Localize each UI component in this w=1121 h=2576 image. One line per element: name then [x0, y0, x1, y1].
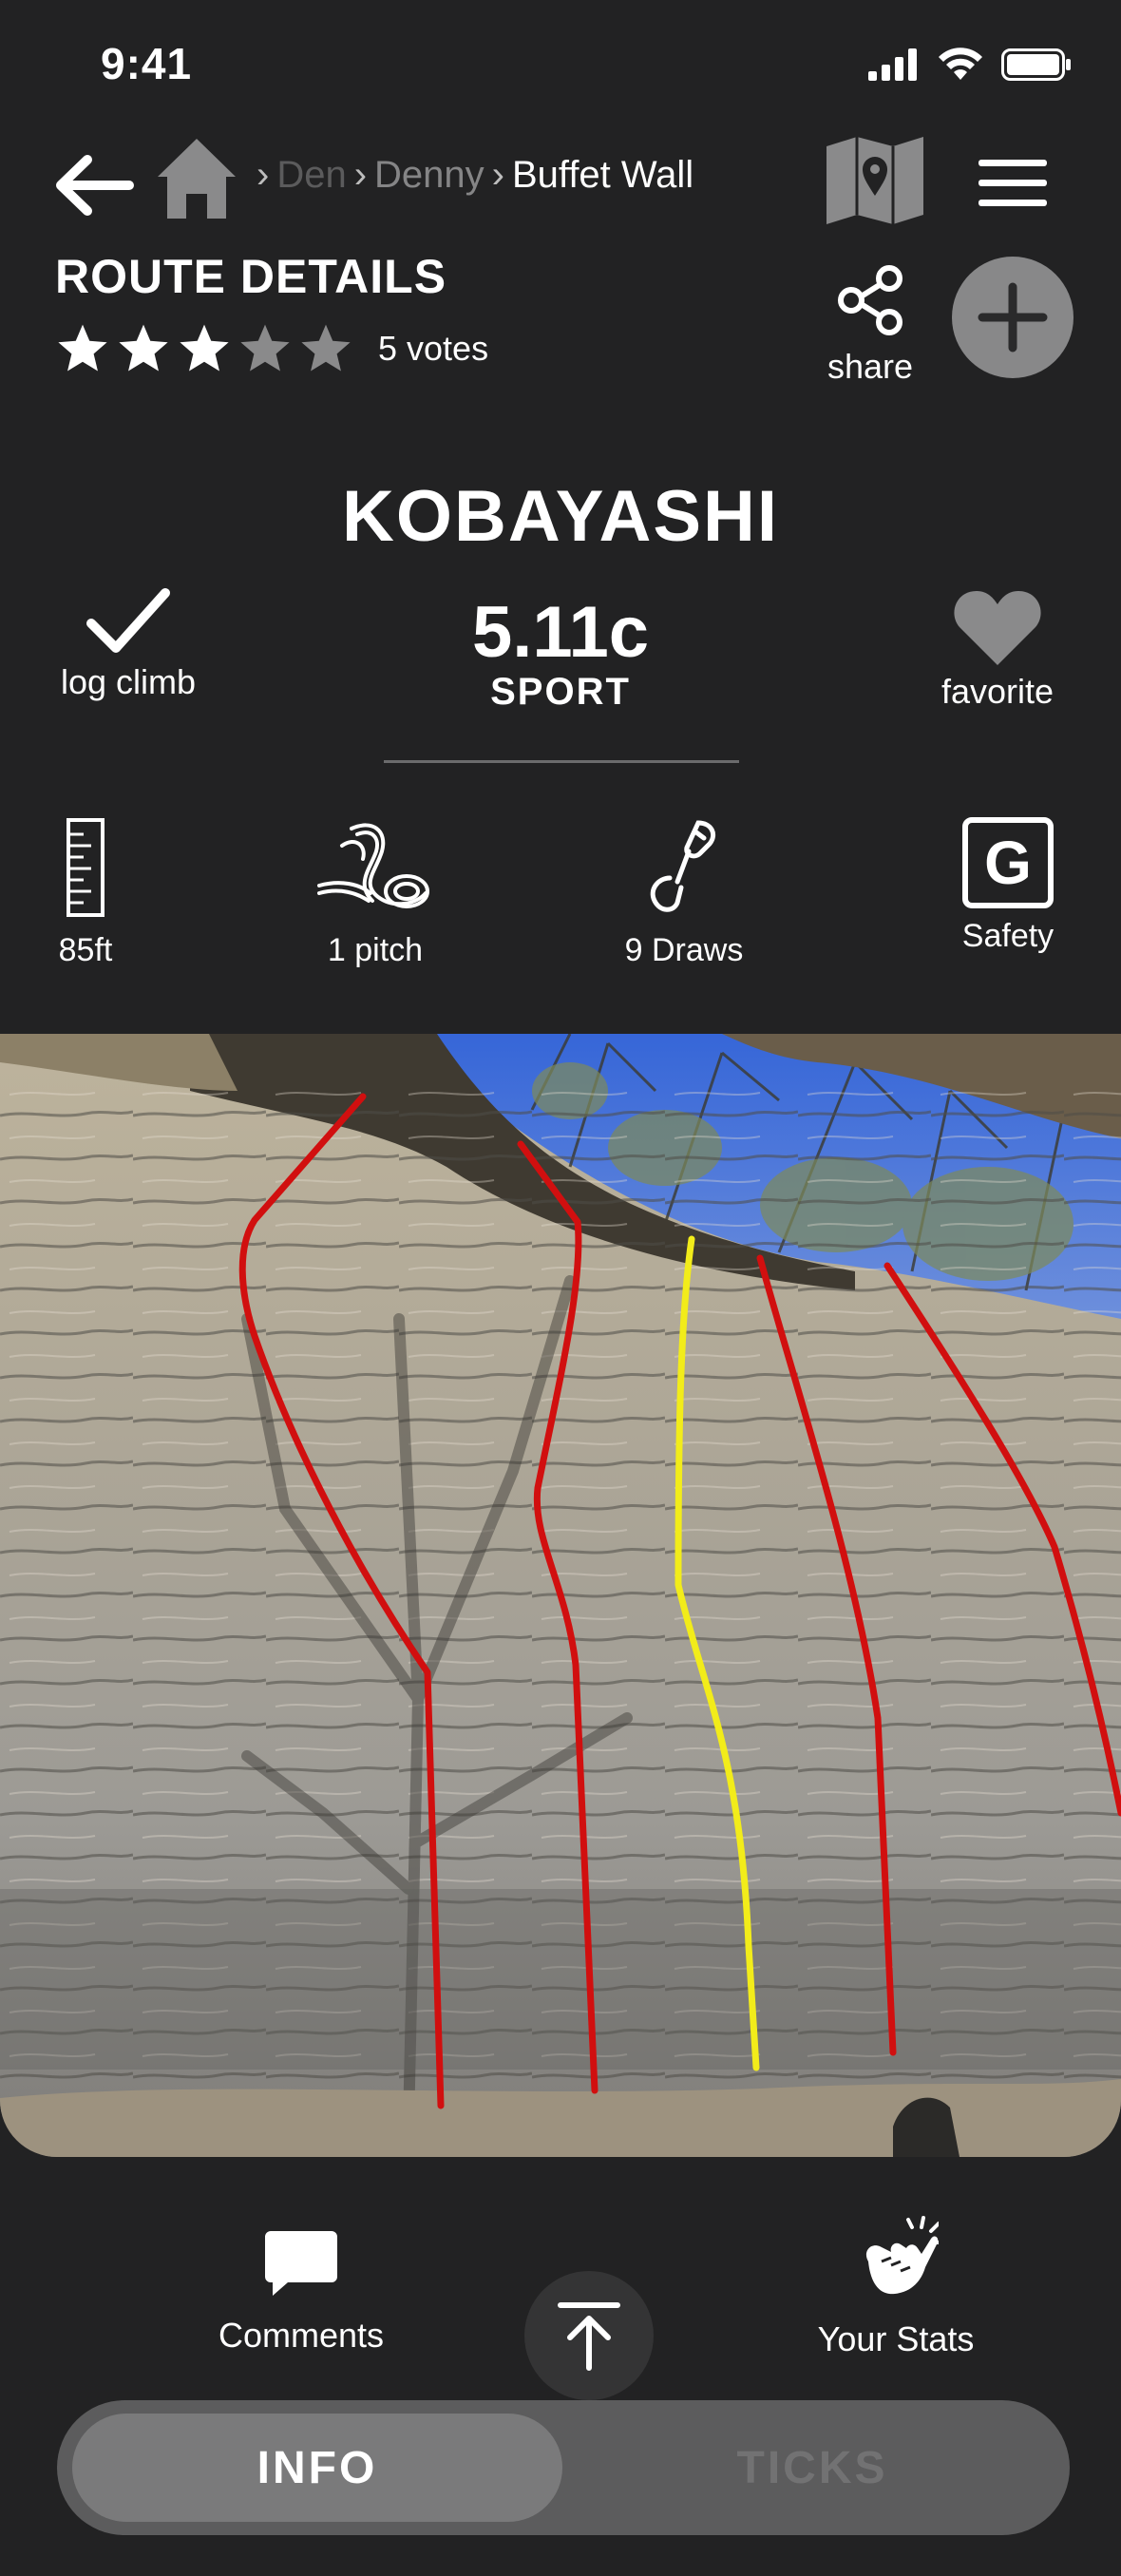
- safety-stat[interactable]: G Safety: [946, 817, 1070, 955]
- route-photo[interactable]: [0, 1034, 1121, 2157]
- ruler-icon: [66, 818, 104, 917]
- tab-info[interactable]: INFO: [72, 2414, 562, 2522]
- pointing-hand-icon: [865, 2216, 944, 2295]
- vote-count: 5 votes: [378, 329, 489, 368]
- star-empty-icon: [301, 324, 351, 372]
- quickdraw-icon: [650, 820, 715, 912]
- bottom-actions: Comments Your Stats: [0, 2214, 1121, 2400]
- map-icon: [826, 137, 923, 224]
- back-button[interactable]: [49, 143, 135, 228]
- nav-bar: › Den › Denny › Buffet Wall: [0, 133, 1121, 247]
- status-bar: 9:41: [0, 0, 1121, 133]
- breadcrumb-item-current[interactable]: Buffet Wall: [512, 154, 694, 197]
- cliff-photo: [0, 1034, 1121, 2157]
- favorite-button[interactable]: favorite: [922, 587, 1074, 712]
- tab-bar: INFO TICKS: [57, 2400, 1070, 2535]
- pitch-stat: 1 pitch: [304, 817, 446, 969]
- share-button[interactable]: share: [823, 262, 918, 387]
- tab-ticks[interactable]: TICKS: [570, 2414, 1054, 2522]
- pitch-label: 1 pitch: [327, 932, 424, 968]
- back-arrow-icon: [56, 155, 134, 216]
- map-button[interactable]: [823, 133, 927, 228]
- safety-badge: G: [962, 817, 1054, 908]
- length-label: 85ft: [58, 932, 113, 968]
- add-button[interactable]: [952, 257, 1074, 378]
- checkmark-icon: [86, 588, 170, 653]
- log-climb-label: log climb: [60, 662, 197, 701]
- chevron-right-icon: ›: [491, 154, 504, 196]
- safety-label: Safety: [961, 918, 1054, 954]
- section-title: ROUTE DETAILS: [55, 250, 447, 303]
- comments-label: Comments: [218, 2316, 385, 2355]
- signal-icon: [868, 48, 917, 81]
- favorite-label: favorite: [940, 672, 1054, 711]
- breadcrumb-item[interactable]: Den: [276, 154, 346, 197]
- star-icon: [180, 324, 229, 372]
- star-rating[interactable]: 5 votes: [55, 321, 488, 376]
- plus-icon: [978, 282, 1048, 353]
- home-icon: [158, 139, 236, 219]
- wifi-icon: [939, 48, 982, 80]
- safety-grade: G: [984, 829, 1032, 897]
- menu-icon: [978, 160, 1047, 206]
- route-name: KOBAYASHI: [341, 476, 780, 557]
- breadcrumb: › Den › Denny › Buffet Wall: [249, 154, 694, 197]
- arrow-up-icon: [558, 2302, 620, 2371]
- your-stats-button[interactable]: Your Stats: [806, 2214, 986, 2359]
- share-icon: [838, 265, 902, 335]
- route-type: SPORT: [490, 671, 631, 713]
- star-icon: [58, 324, 107, 372]
- log-climb-button[interactable]: log climb: [38, 585, 218, 702]
- length-stat: 85ft: [38, 817, 133, 969]
- battery-icon: [1001, 48, 1071, 81]
- share-label: share: [826, 347, 914, 386]
- home-button[interactable]: [154, 133, 239, 228]
- your-stats-label: Your Stats: [817, 2319, 975, 2358]
- divider: [384, 760, 739, 763]
- status-time: 9:41: [101, 39, 193, 88]
- star-empty-icon: [240, 324, 290, 372]
- rope-icon: [317, 823, 429, 908]
- heart-icon: [954, 591, 1041, 665]
- grade-block: 5.11c SPORT: [418, 597, 703, 714]
- chevron-right-icon: ›: [353, 154, 368, 196]
- comment-icon: [265, 2231, 337, 2296]
- menu-button[interactable]: [973, 150, 1053, 217]
- draws-label: 9 Draws: [624, 932, 744, 968]
- star-icon: [119, 324, 168, 372]
- scroll-to-top-button[interactable]: [524, 2271, 654, 2400]
- status-icons: [868, 48, 1072, 82]
- chevron-right-icon: ›: [256, 154, 270, 196]
- route-stats: 85ft 1 pitch 9 Draws G Safety: [0, 817, 1121, 988]
- breadcrumb-item[interactable]: Denny: [374, 154, 484, 197]
- route-grade: 5.11c: [472, 592, 649, 673]
- draws-stat: 9 Draws: [608, 817, 760, 969]
- comments-button[interactable]: Comments: [201, 2227, 401, 2356]
